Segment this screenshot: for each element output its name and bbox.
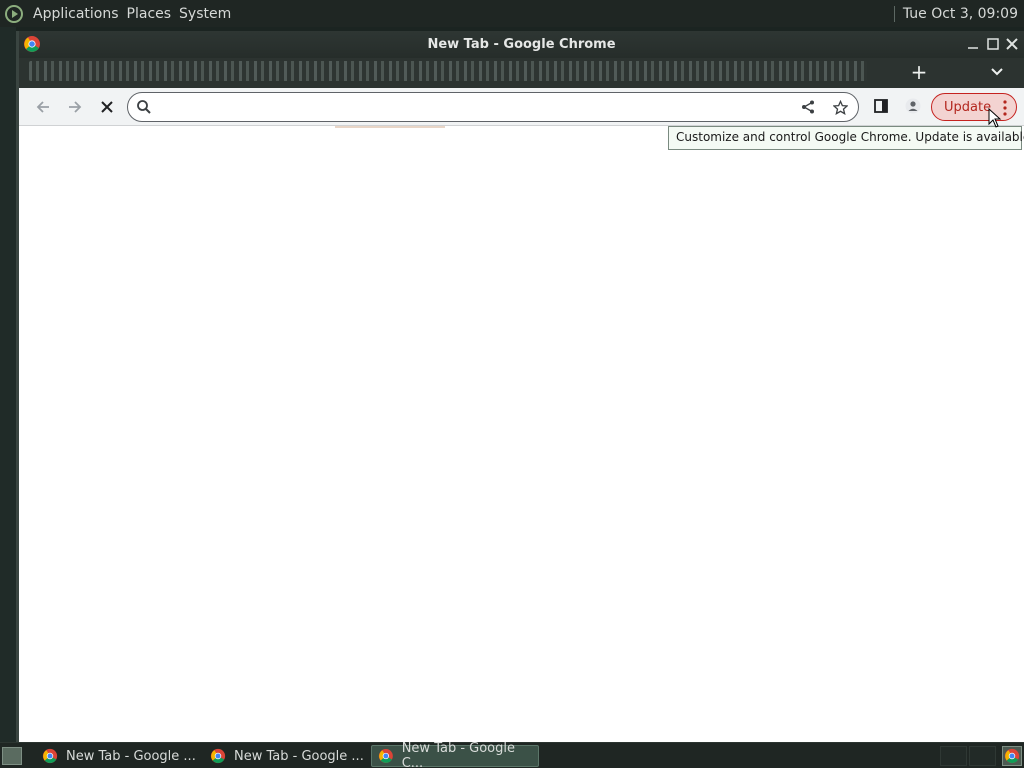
chrome-icon — [210, 748, 226, 764]
clock[interactable]: Tue Oct 3, 09:09 — [903, 6, 1018, 22]
maximize-button[interactable] — [985, 36, 1001, 52]
taskbar-item-active[interactable]: New Tab - Google C... — [371, 741, 539, 768]
places-menu[interactable]: Places — [123, 6, 176, 22]
stop-icon — [101, 101, 113, 113]
profile-icon[interactable] — [902, 95, 924, 117]
window-titlebar[interactable]: New Tab - Google Chrome — [19, 31, 1024, 58]
workspace-1[interactable] — [940, 746, 967, 766]
new-tab-button[interactable]: + — [907, 60, 931, 84]
update-label: Update — [944, 100, 992, 115]
back-button[interactable] — [29, 93, 57, 121]
top-panel: Applications Places System Tue Oct 3, 09… — [0, 0, 1024, 27]
share-icon[interactable] — [799, 98, 817, 116]
panel-separator — [893, 5, 895, 22]
tooltip: Customize and control Google Chrome. Upd… — [668, 126, 1024, 150]
page-content[interactable] — [19, 126, 1024, 742]
taskbar-item[interactable]: New Tab - Google ... — [204, 745, 364, 767]
tab-search-button[interactable] — [985, 60, 1009, 84]
omnibox[interactable] — [127, 92, 859, 122]
close-button[interactable] — [1004, 36, 1020, 52]
taskbar-item[interactable]: New Tab - Google ... — [36, 745, 196, 767]
workspace-switcher[interactable] — [940, 746, 996, 766]
kebab-menu-icon — [1002, 99, 1008, 117]
workspace-2[interactable] — [969, 746, 996, 766]
chrome-icon — [23, 35, 41, 53]
tab-strip: + — [19, 58, 1024, 88]
tab-strip-pattern[interactable] — [29, 61, 867, 81]
forward-button[interactable] — [61, 93, 89, 121]
stop-loading-button[interactable] — [93, 93, 121, 121]
taskbar-item-label: New Tab - Google ... — [66, 748, 196, 764]
back-arrow-icon — [36, 101, 49, 113]
taskbar-item-label: New Tab - Google ... — [234, 748, 364, 764]
minimize-button[interactable] — [965, 36, 981, 52]
window-title: New Tab - Google Chrome — [427, 37, 616, 52]
tray-chrome-icon[interactable] — [1002, 746, 1022, 766]
chrome-icon — [42, 748, 58, 764]
show-desktop-button[interactable] — [2, 747, 22, 765]
side-panel-icon[interactable] — [870, 95, 892, 117]
update-menu-button[interactable]: Update — [931, 93, 1017, 121]
browser-toolbar: Update — [19, 88, 1024, 126]
applications-menu[interactable]: Applications — [29, 6, 123, 22]
chrome-icon — [378, 749, 393, 763]
address-input[interactable] — [160, 97, 780, 117]
distro-logo-icon[interactable] — [3, 3, 25, 25]
loading-indicator — [335, 126, 445, 128]
system-menu[interactable]: System — [175, 6, 235, 22]
forward-arrow-icon — [69, 101, 82, 113]
mouse-cursor-icon — [988, 107, 1002, 128]
taskbar: New Tab - Google ... New Tab - Google ..… — [0, 741, 1024, 768]
taskbar-item-label: New Tab - Google C... — [401, 741, 515, 768]
search-icon — [136, 99, 152, 115]
desktop-background — [0, 27, 16, 742]
bookmark-star-icon[interactable] — [831, 98, 849, 116]
